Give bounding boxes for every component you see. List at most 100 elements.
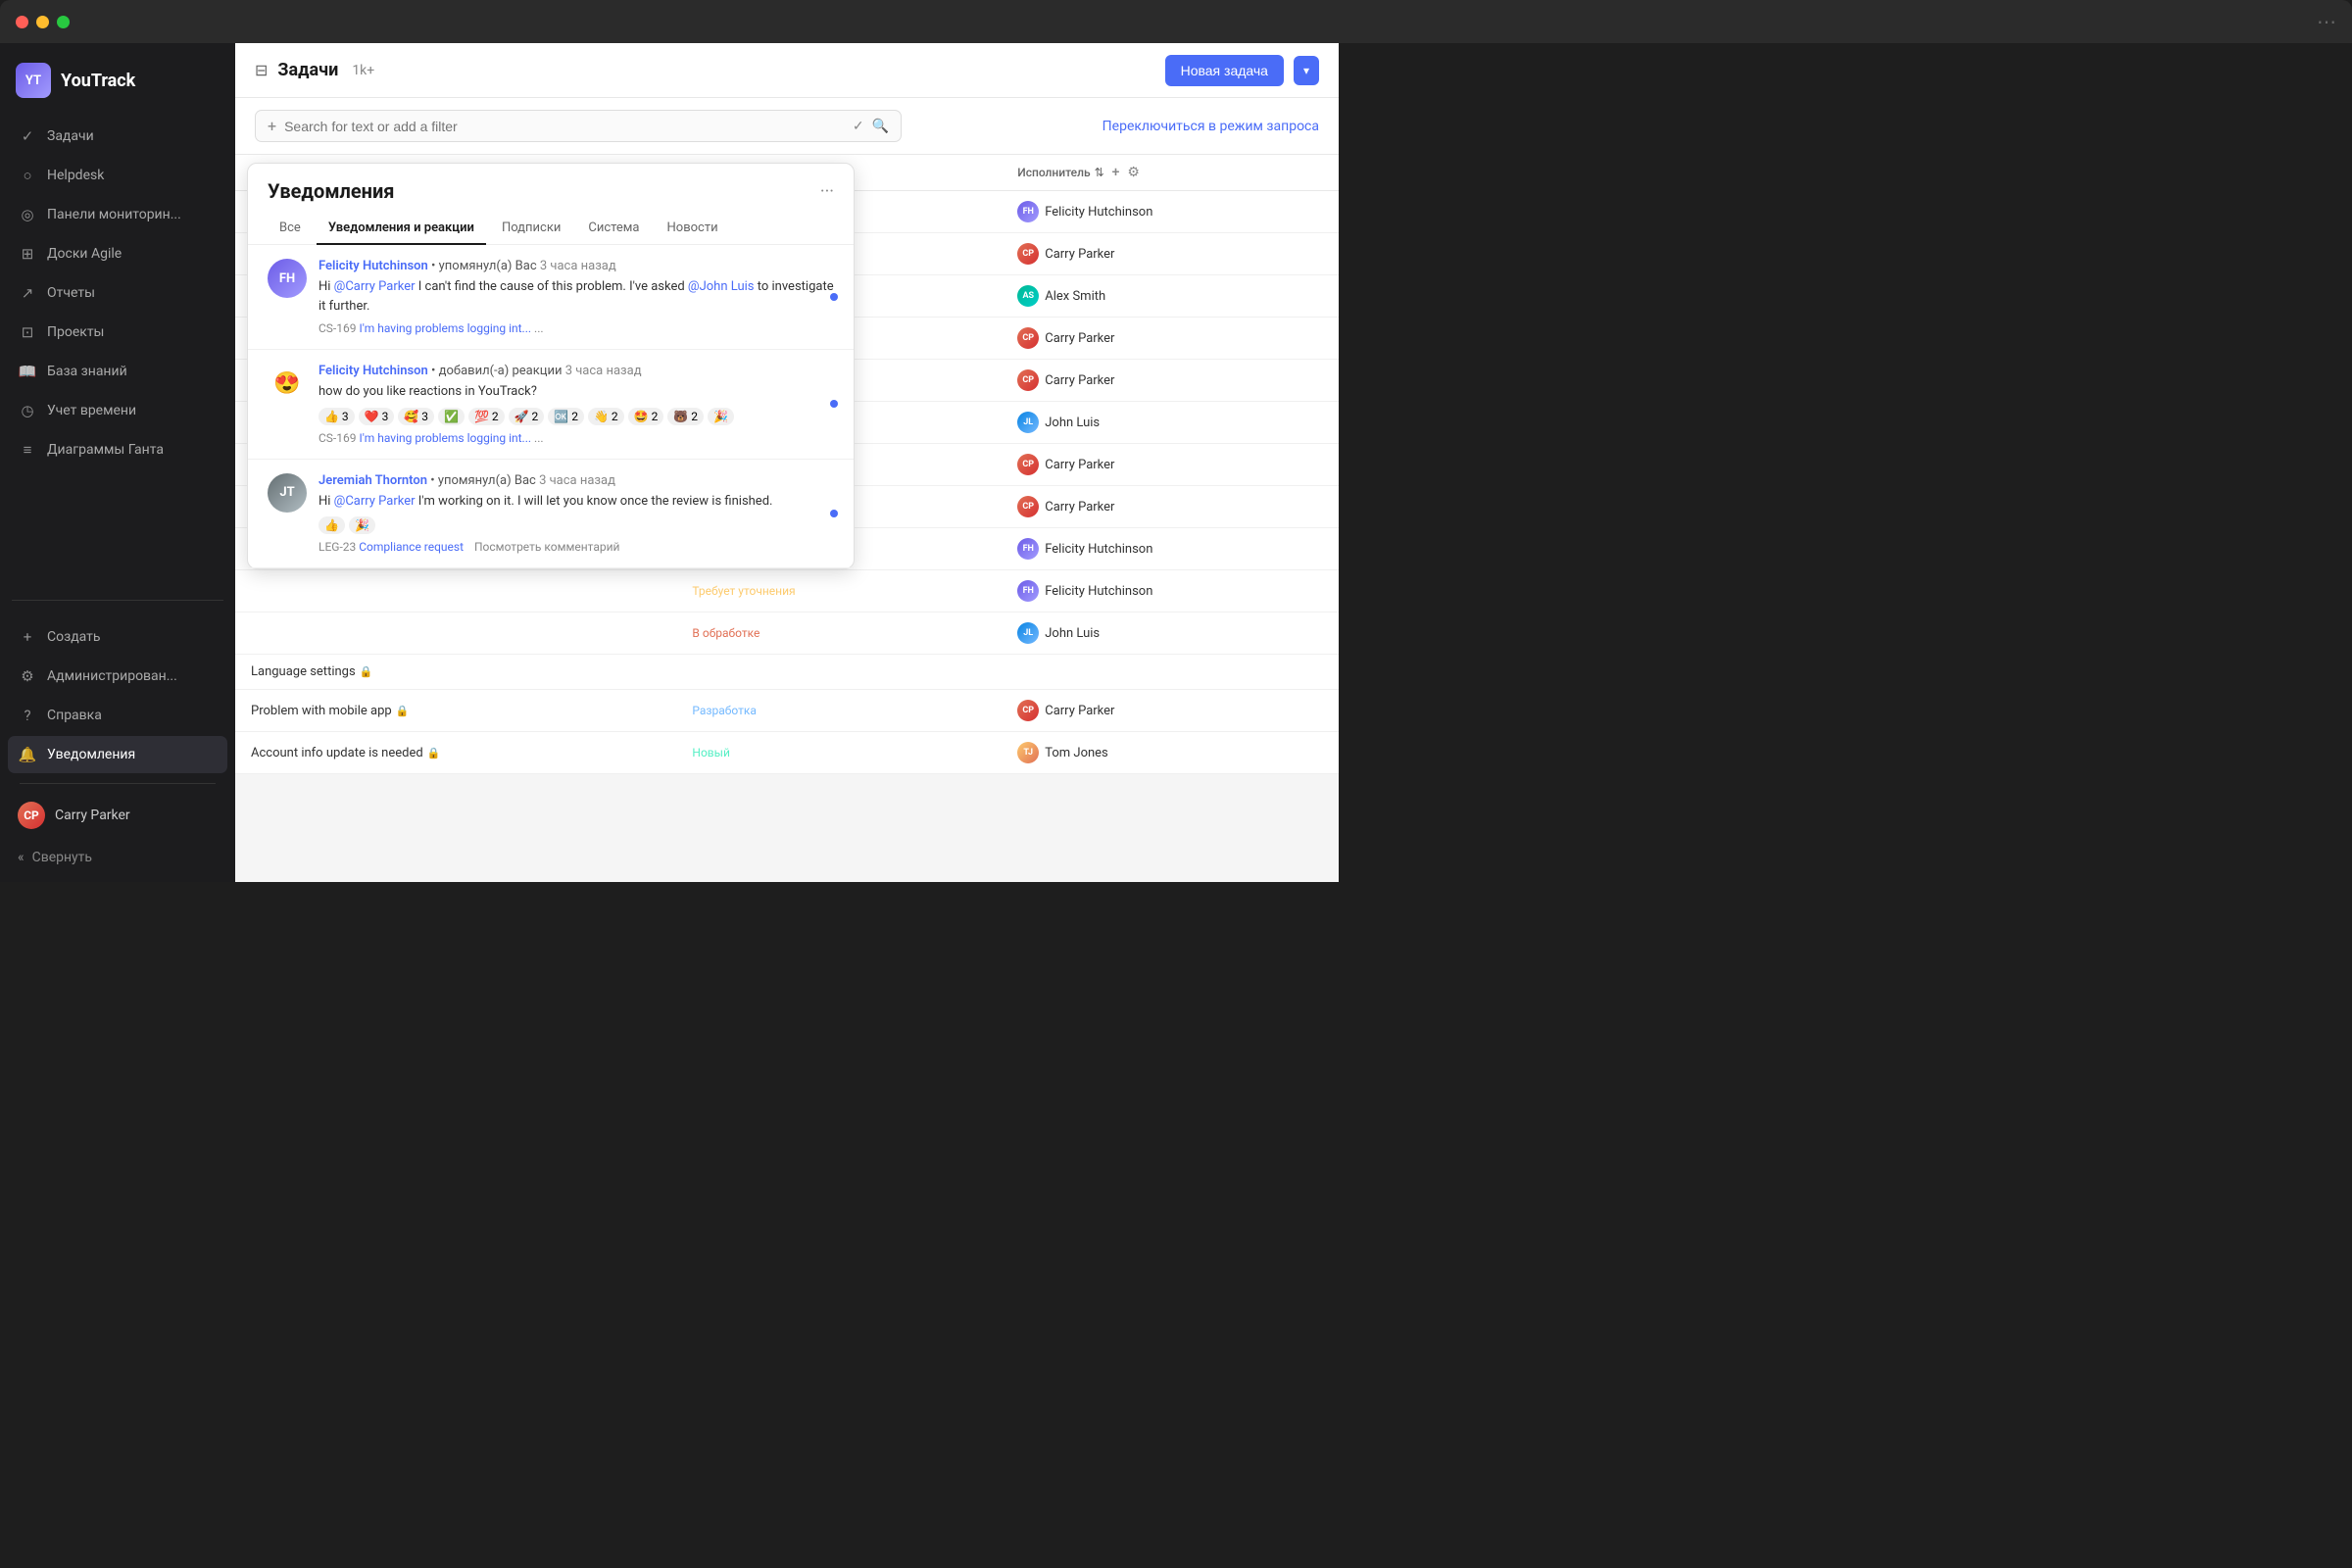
sidebar-item-time[interactable]: ◷ Учет времени [8, 392, 227, 429]
notification-author-name[interactable]: Felicity Hutchinson [318, 259, 428, 273]
reaction-thumbsup[interactable]: 👍 3 [318, 408, 355, 425]
sidebar-divider-2 [20, 783, 216, 784]
sidebar-item-agile[interactable]: ⊞ Доски Agile [8, 235, 227, 272]
maximize-button[interactable] [57, 16, 70, 28]
reaction-love[interactable]: 🥰 3 [398, 408, 434, 425]
sidebar-item-projects[interactable]: ⊡ Проекты [8, 314, 227, 351]
sidebar-item-create[interactable]: + Создать [8, 618, 227, 656]
notifications-panel: Уведомления ··· Все Уведомления и реакци… [247, 163, 855, 569]
view-comments-link[interactable]: Посмотреть комментарий [474, 540, 619, 554]
task-name[interactable]: Language settings [251, 664, 356, 679]
assignee-name: Alex Smith [1045, 289, 1105, 304]
notification-link-area: LEG-23 Compliance request Посмотреть ком… [318, 540, 834, 554]
task-link[interactable]: I'm having problems logging int... [359, 321, 531, 335]
status-badge: В обработке [692, 623, 760, 643]
filter-icon[interactable]: ✓ [853, 119, 864, 134]
projects-icon: ⊡ [18, 322, 37, 342]
link-extra: ... [534, 321, 544, 335]
new-task-dropdown-button[interactable]: ▾ [1294, 56, 1319, 85]
sidebar-item-agile-label: Доски Agile [47, 246, 122, 262]
notifications-more-button[interactable]: ··· [820, 181, 834, 202]
reaction-rocket[interactable]: 🚀 2 [509, 408, 545, 425]
notification-link-area: CS-169 I'm having problems logging int..… [318, 321, 834, 335]
mention-john-luis[interactable]: @John Luis [688, 279, 755, 294]
window-more-button[interactable]: ⋯ [2317, 10, 2336, 33]
add-column-button[interactable]: + [1112, 165, 1120, 180]
sidebar-item-admin[interactable]: ⚙ Администрирован... [8, 658, 227, 695]
help-icon: ? [18, 706, 37, 725]
mention-carry-parker[interactable]: @Carry Parker [334, 279, 416, 294]
new-task-button[interactable]: Новая задача [1165, 55, 1284, 86]
assignee-name: Felicity Hutchinson [1045, 542, 1152, 557]
task-name[interactable]: Problem with mobile app [251, 704, 392, 718]
lock-icon: 🔒 [427, 747, 441, 760]
sidebar-item-gantt-label: Диаграммы Ганта [47, 442, 164, 458]
sidebar-item-notifications[interactable]: 🔔 Уведомления [8, 736, 227, 773]
notification-time: 3 часа назад [540, 259, 616, 273]
reaction-ok[interactable]: 🆗 2 [548, 408, 584, 425]
notifications-tabs: Все Уведомления и реакции Подписки Систе… [248, 203, 854, 245]
reaction-bear[interactable]: 🐻 2 [667, 408, 704, 425]
tab-subscriptions[interactable]: Подписки [490, 213, 572, 245]
unread-dot [830, 293, 838, 301]
reaction-wave[interactable]: 👋 2 [588, 408, 624, 425]
search-add-filter-button[interactable]: + [268, 117, 276, 135]
query-mode-link[interactable]: Переключиться в режим запроса [1102, 119, 1319, 134]
reaction-star-eyes[interactable]: 🤩 2 [628, 408, 664, 425]
sidebar-item-dashboards[interactable]: ◎ Панели мониторин... [8, 196, 227, 233]
notification-body: Felicity Hutchinson • упомянул(а) Вас 3 … [318, 259, 834, 335]
sidebar-nav: ✓ Задачи ○ Helpdesk ◎ Панели мониторин..… [0, 118, 235, 590]
tab-system[interactable]: Система [576, 213, 651, 245]
table-row: Language settings🔒 [235, 655, 1339, 690]
assignee-sort-button[interactable]: Исполнитель ⇅ [1017, 166, 1103, 179]
app-logo-icon: YT [16, 63, 51, 98]
helpdesk-icon: ○ [18, 166, 37, 185]
collapse-label: Свернуть [32, 850, 92, 865]
task-link[interactable]: Compliance request [359, 540, 464, 554]
topbar: ⊟ Задачи 1k+ Новая задача ▾ [235, 43, 1339, 98]
sidebar-item-helpdesk[interactable]: ○ Helpdesk [8, 157, 227, 194]
status-badge: Требует уточнения [692, 581, 795, 601]
notification-author-name[interactable]: Jeremiah Thornton [318, 473, 427, 488]
reaction-tada[interactable]: 🎉 [708, 408, 734, 425]
settings-icon[interactable]: ⚙ [1127, 165, 1140, 180]
table-row: Problem with mobile app🔒Разработка CP Ca… [235, 690, 1339, 732]
avatar: CP [1017, 327, 1039, 349]
minimize-button[interactable] [36, 16, 49, 28]
notifications-list: FH Felicity Hutchinson • упомянул(а) Вас… [248, 245, 854, 568]
reaction-check[interactable]: ✅ [438, 408, 465, 425]
task-link[interactable]: I'm having problems logging int... [359, 431, 531, 445]
reaction-hundred[interactable]: 💯 2 [468, 408, 505, 425]
sidebar-item-gantt[interactable]: ≡ Диаграммы Ганта [8, 431, 227, 468]
sidebar-logo[interactable]: YT YouTrack [0, 51, 235, 118]
notification-time: 3 часа назад [539, 473, 615, 488]
sidebar-item-help[interactable]: ? Справка [8, 697, 227, 734]
search-input[interactable] [284, 119, 845, 134]
reaction-tada-2[interactable]: 🎉 [349, 516, 375, 534]
search-icon[interactable]: 🔍 [872, 119, 889, 134]
close-button[interactable] [16, 16, 28, 28]
assignee-name: Carry Parker [1045, 373, 1114, 388]
tab-news[interactable]: Новости [656, 213, 730, 245]
sidebar-item-tasks[interactable]: ✓ Задачи [8, 118, 227, 155]
gantt-icon: ≡ [18, 440, 37, 460]
mention-carry-parker-2[interactable]: @Carry Parker [334, 494, 416, 509]
user-profile[interactable]: CP Carry Parker [8, 794, 227, 837]
avatar: CP [1017, 496, 1039, 517]
avatar: JL [1017, 412, 1039, 433]
col-header-assignee: Исполнитель ⇅ + ⚙ [1002, 155, 1339, 191]
sidebar: YT YouTrack ✓ Задачи ○ Helpdesk ◎ Панели… [0, 43, 235, 882]
sidebar-item-knowledge[interactable]: 📖 База знаний [8, 353, 227, 390]
notification-author-name[interactable]: Felicity Hutchinson [318, 364, 428, 378]
reaction-heart[interactable]: ❤️ 3 [359, 408, 395, 425]
sidebar-toggle-icon[interactable]: ⊟ [255, 61, 268, 79]
sidebar-item-reports[interactable]: ↗ Отчеты [8, 274, 227, 312]
sidebar-bottom: + Создать ⚙ Администрирован... ? Справка… [0, 611, 235, 882]
reaction-thumbsup-2[interactable]: 👍 [318, 516, 345, 534]
notifications-header: Уведомления ··· [248, 164, 854, 203]
collapse-button[interactable]: « Свернуть [8, 841, 227, 874]
tab-notifications-reactions[interactable]: Уведомления и реакции [317, 213, 486, 245]
task-name[interactable]: Account info update is needed [251, 746, 423, 760]
tab-all[interactable]: Все [268, 213, 313, 245]
avatar: CP [18, 802, 45, 829]
